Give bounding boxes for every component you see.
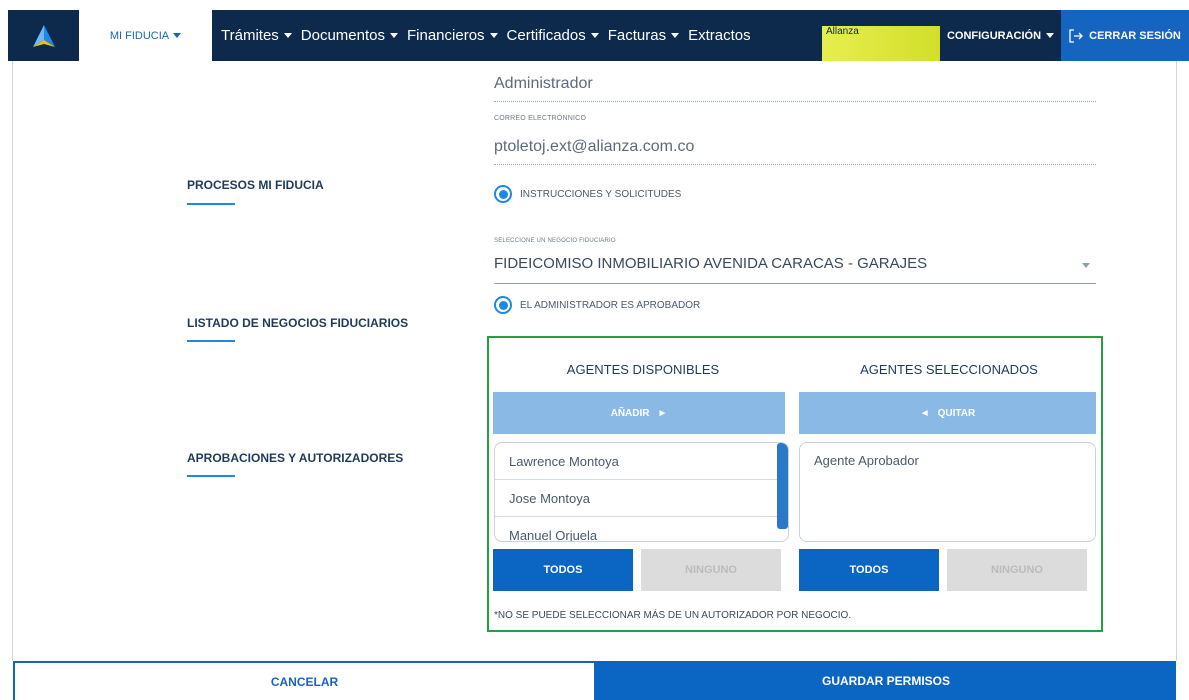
radio-button[interactable] (494, 185, 512, 203)
radio-button[interactable] (494, 296, 512, 314)
select-all-available-button[interactable]: TODOS (493, 549, 633, 591)
config-menu[interactable]: CONFIGURACIÓN (940, 10, 1061, 61)
negocio-select[interactable]: FIDEICOMISO INMOBILIARIO AVENIDA CARACAS… (494, 255, 1096, 284)
play-right-icon: ► (657, 407, 668, 419)
chevron-down-icon (1082, 263, 1090, 268)
list-item[interactable]: Lawrence Montoya (495, 443, 788, 480)
logout-button[interactable]: CERRAR SESIÓN (1061, 10, 1189, 61)
radio-admin-aprobador[interactable]: EL ADMINISTRADOR ES APROBADOR (494, 296, 700, 314)
chevron-down-icon (590, 33, 599, 38)
logout-label: CERRAR SESIÓN (1089, 29, 1181, 42)
negocio-label: SELECCIONE UN NEGOCIO FIDUCIARIO (494, 238, 616, 244)
play-left-icon: ◄ (919, 407, 930, 419)
email-field: ptoletoj.ext@alianza.com.co (494, 138, 1096, 165)
email-label: CORREO ELECTRÓNNICO (494, 115, 587, 122)
chevron-down-icon (283, 33, 292, 38)
save-permissions-button[interactable]: GUARDAR PERMISOS (596, 661, 1176, 700)
chevron-down-icon (1046, 33, 1055, 38)
authorizer-note: *NO SE PUEDE SELECCIONAR MÁS DE UN AUTOR… (494, 610, 852, 621)
section-title-procesos: PROCESOS MI FIDUCIA (187, 178, 324, 192)
section-underline (187, 475, 235, 477)
scrollbar[interactable] (777, 443, 788, 529)
nav-item-documentos[interactable]: Documentos (301, 27, 398, 44)
cancel-button[interactable]: CANCELAR (13, 661, 596, 700)
chevron-down-icon (671, 33, 680, 38)
add-label: AÑADIR (610, 407, 650, 419)
nav-item-certificados[interactable]: Certificados (507, 27, 599, 44)
config-label: CONFIGURACIÓN (946, 29, 1042, 42)
list-item[interactable]: Manuel Orjuela (495, 517, 788, 542)
remove-label: QUITAR (937, 407, 976, 419)
available-agents-list[interactable]: Lawrence Montoya Jose Montoya Manuel Orj… (494, 442, 789, 542)
nav-item-financieros[interactable]: Financieros (407, 27, 498, 44)
content-border-right (1176, 61, 1177, 661)
section-title-listado: LISTADO DE NEGOCIOS FIDUCIARIOS (187, 316, 409, 330)
alianza-logo-icon[interactable] (8, 10, 79, 61)
brand-badge: Allanza (822, 26, 940, 61)
footer-actions: CANCELAR GUARDAR PERMISOS (13, 661, 1176, 700)
list-item[interactable]: Agente Aprobador (800, 443, 1095, 468)
role-field: Administrador (494, 75, 1096, 102)
nav-item-tramites[interactable]: Trámites (221, 27, 292, 44)
top-nav-bar: MI FIDUCIA Trámites Documentos Financier… (8, 10, 1189, 61)
nav-item-mi-fiducia[interactable]: MI FIDUCIA (79, 10, 212, 61)
available-agents-title: AGENTES DISPONIBLES (566, 362, 720, 377)
select-none-selected-button[interactable]: NINGUNO (947, 549, 1087, 591)
nav-item-extractos[interactable]: Extractos (688, 27, 751, 44)
list-item[interactable]: Jose Montoya (495, 480, 788, 517)
section-underline (187, 340, 235, 342)
content-border-left (12, 61, 13, 661)
nav-item-label: Trámites (221, 27, 279, 44)
nav-item-facturas[interactable]: Facturas (607, 27, 680, 44)
brand-text: Allanza (826, 26, 859, 37)
select-all-selected-button[interactable]: TODOS (799, 549, 939, 591)
radio-instrucciones[interactable]: INSTRUCCIONES Y SOLICITUDES (494, 185, 681, 203)
nav-menu: Trámites Documentos Financieros Certific… (221, 10, 760, 61)
section-title-aprobaciones: APROBACIONES Y AUTORIZADORES (187, 451, 404, 465)
chevron-down-icon (489, 33, 498, 38)
chevron-down-icon (173, 33, 182, 38)
chevron-down-icon (390, 33, 398, 38)
selected-agents-title: AGENTES SELECCIONADOS (860, 362, 1038, 377)
nav-item-label: MI FIDUCIA (109, 29, 170, 42)
section-underline (187, 203, 235, 205)
logout-icon (1069, 28, 1084, 43)
remove-agent-button[interactable]: ◄ QUITAR (799, 392, 1096, 434)
nav-item-label: Financieros (407, 27, 485, 44)
nav-item-label: Extractos (688, 27, 751, 44)
agents-panel: AGENTES DISPONIBLES AGENTES SELECCIONADO… (487, 336, 1103, 632)
negocio-selected-value: FIDEICOMISO INMOBILIARIO AVENIDA CARACAS… (494, 255, 928, 272)
nav-item-label: Facturas (607, 27, 667, 44)
radio-label: INSTRUCCIONES Y SOLICITUDES (520, 188, 682, 200)
nav-item-label: Documentos (300, 27, 385, 44)
selected-agents-list[interactable]: Agente Aprobador (799, 442, 1096, 542)
radio-label: EL ADMINISTRADOR ES APROBADOR (520, 299, 701, 311)
add-agent-button[interactable]: AÑADIR ► (493, 392, 785, 434)
nav-item-label: Certificados (506, 27, 586, 44)
select-none-available-button[interactable]: NINGUNO (641, 549, 781, 591)
